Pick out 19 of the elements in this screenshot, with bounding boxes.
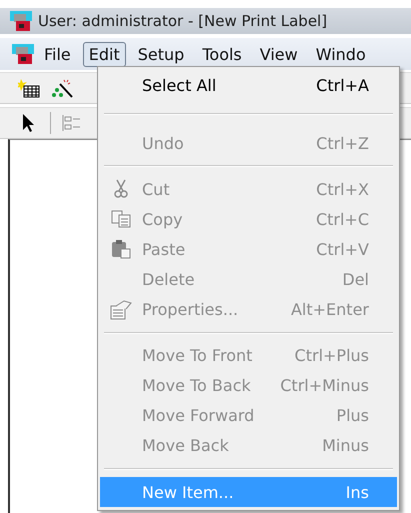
window-title: User: administrator - [New Print Label]	[38, 12, 328, 30]
app-icon	[12, 44, 34, 64]
menu-item[interactable]: New Item... Ins	[100, 476, 397, 508]
clipboard-icon	[111, 239, 131, 260]
menu-title[interactable]: File	[38, 42, 77, 66]
table-icon	[18, 78, 40, 98]
menu-title[interactable]: Windo	[310, 42, 372, 66]
wand-icon	[52, 78, 74, 98]
align-icon	[62, 114, 82, 132]
menu-title[interactable]: Tools	[196, 42, 248, 66]
menu-title[interactable]: Edit	[82, 42, 126, 66]
scissors-icon	[114, 179, 128, 200]
properties-icon	[110, 300, 132, 320]
app-icon	[10, 11, 32, 31]
pointer-icon	[22, 113, 36, 133]
menu-title[interactable]: Setup	[132, 42, 190, 66]
copy-icon	[111, 210, 131, 228]
menu-title[interactable]: View	[254, 42, 304, 66]
menu-item[interactable]: Select All Ctrl+A	[100, 70, 397, 100]
